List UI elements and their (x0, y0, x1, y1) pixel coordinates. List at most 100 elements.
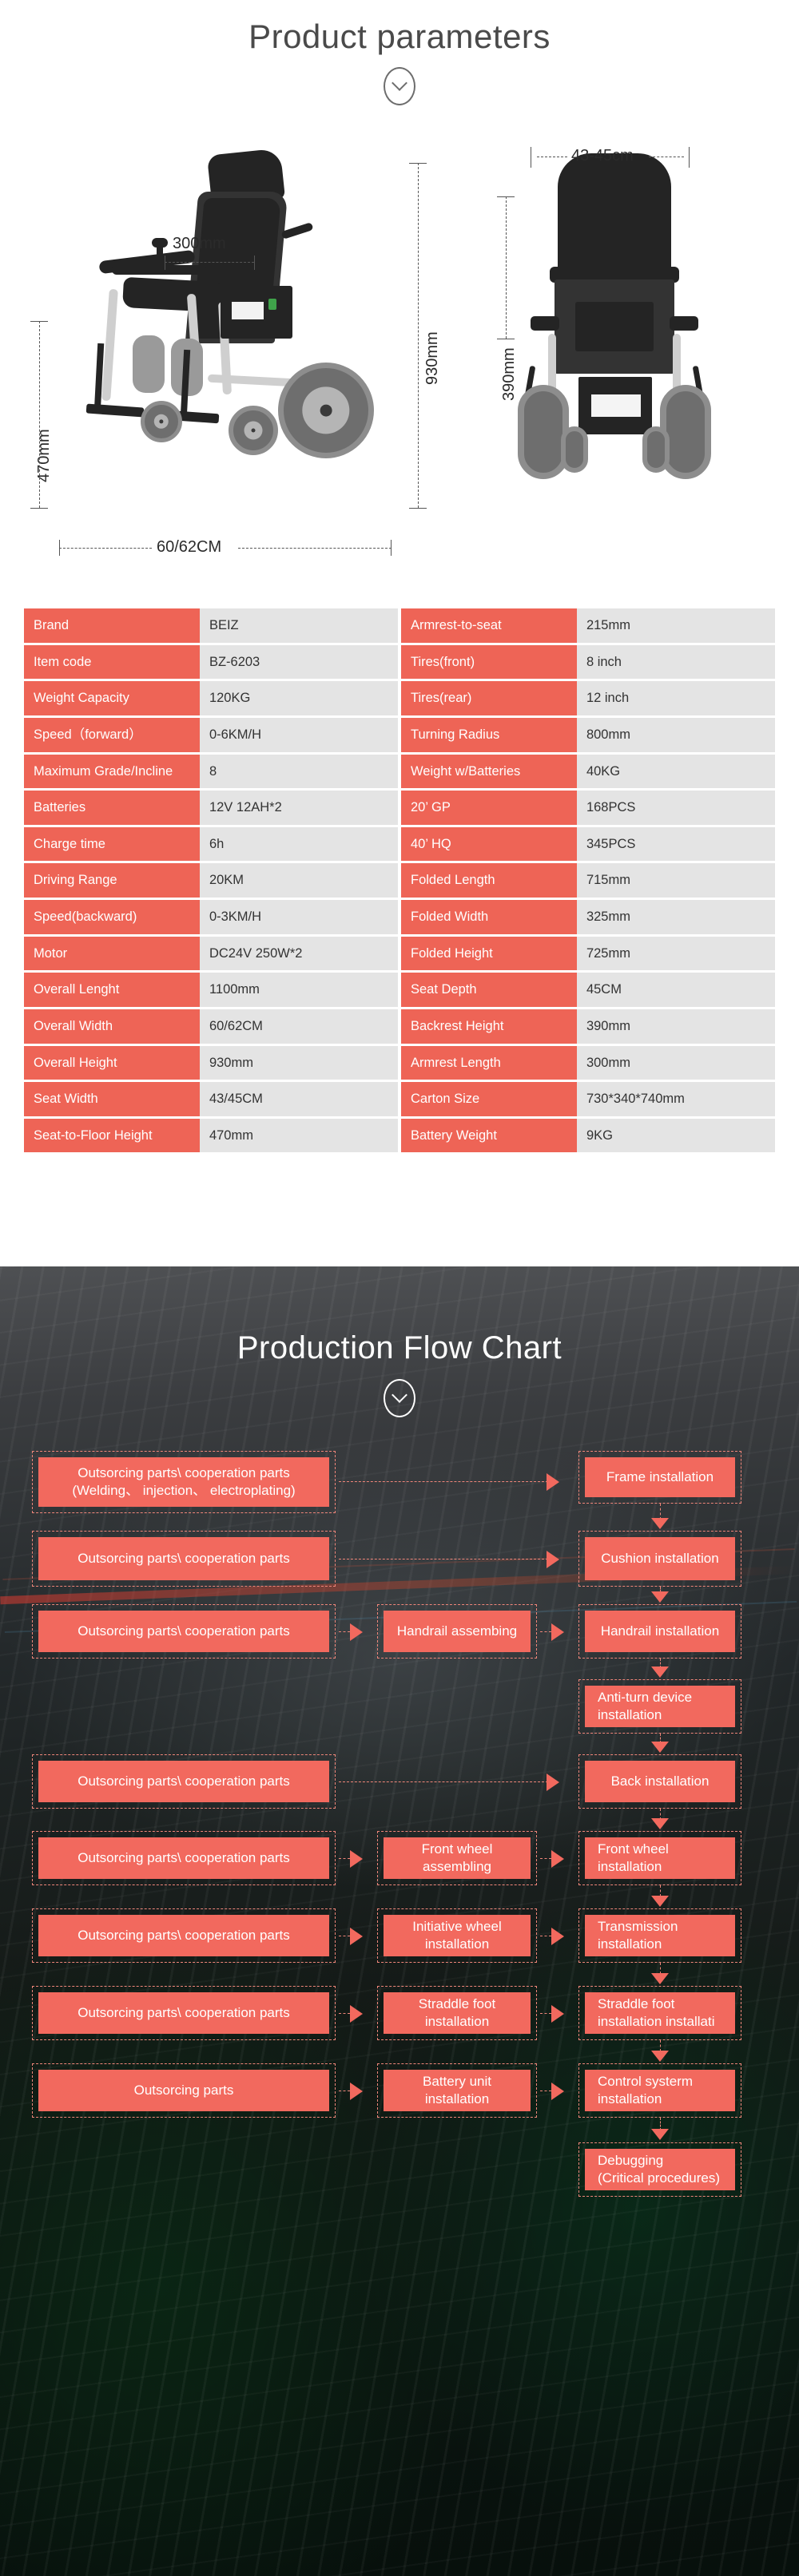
spec-value: BZ-6203 (199, 644, 398, 680)
table-row: Battery Weight 9KG (401, 1118, 775, 1153)
flow-node-outsourcing-5[interactable]: Outsorcing parts\ cooperation parts (32, 1831, 336, 1885)
spec-value: 390mm (576, 1009, 775, 1044)
arrow-right-icon (551, 2083, 564, 2100)
spec-key: Item code (24, 644, 200, 680)
spec-value: 9KG (576, 1118, 775, 1153)
spec-value: 0-3KM/H (199, 900, 398, 934)
table-row: Speed(backward) 0-3KM/H (24, 900, 398, 934)
flow-node-back-installation[interactable]: Back installation (578, 1754, 741, 1809)
spec-value: BEIZ (199, 608, 398, 643)
flow-node-outsourcing-3[interactable]: Outsorcing parts\ cooperation parts (32, 1604, 336, 1659)
flow-node-front-wheel-installation[interactable]: Front wheel installation (578, 1831, 741, 1885)
spec-value: 20KM (199, 863, 398, 898)
spec-value: 8 (199, 754, 398, 789)
table-row: Driving Range 20KM (24, 863, 398, 898)
arrow-right-icon (551, 1850, 564, 1868)
spec-value: 40KG (576, 754, 775, 789)
spec-key: 40’ HQ (401, 826, 577, 862)
spec-value: 0-6KM/H (199, 717, 398, 752)
flow-node-label: Straddle foot installation installati (585, 1992, 735, 2034)
flow-node-outsourcing-6[interactable]: Outsorcing parts\ cooperation parts (32, 1908, 336, 1963)
flow-node-front-wheel-assembling[interactable]: Front wheel assembling (377, 1831, 537, 1885)
spec-value: 12 inch (576, 681, 775, 715)
arrow-right-icon (547, 1773, 559, 1791)
flow-node-battery-unit-installation[interactable]: Battery unit installation (377, 2063, 537, 2118)
spec-key: Driving Range (24, 863, 200, 898)
table-row: Tires(rear) 12 inch (401, 681, 775, 715)
flow-node-outsourcing-4[interactable]: Outsorcing parts\ cooperation parts (32, 1754, 336, 1809)
arrow-right-icon (551, 2005, 564, 2023)
spec-value: DC24V 250W*2 (199, 936, 398, 971)
page-title: Product parameters (248, 18, 551, 55)
table-row: Seat Depth 45CM (401, 973, 775, 1007)
flow-node-label: Anti-turn device installation (585, 1686, 735, 1727)
flow-node-label: Outsorcing parts\ cooperation parts (38, 1915, 329, 1956)
arrow-down-icon (651, 1518, 669, 1529)
spec-key: Speed（forward） (24, 717, 200, 752)
flow-node-outsourcing-1[interactable]: Outsorcing parts\ cooperation parts (Wel… (32, 1451, 336, 1513)
flow-node-outsourcing-8[interactable]: Outsorcing parts (32, 2063, 336, 2118)
spec-value: 215mm (576, 608, 775, 643)
dim-backrest-height: 390mm (500, 347, 518, 401)
arrow-right-icon (547, 1551, 559, 1568)
flow-node-label: Outsorcing parts\ cooperation parts (38, 1837, 329, 1879)
flow-node-straddle-foot-installation-mid[interactable]: Straddle foot installation (377, 1986, 537, 2040)
dim-overall-width: 60/62CM (157, 538, 222, 556)
flow-node-label: Outsorcing parts\ cooperation parts (Wel… (38, 1457, 329, 1507)
flow-node-cushion-installation[interactable]: Cushion installation (578, 1531, 741, 1587)
wheelchair-side-view-image (64, 137, 415, 529)
spec-column-left: Brand BEIZ Item code BZ-6203 Weight Capacity… (24, 608, 398, 1155)
connector-l3-m3 (339, 1631, 350, 1632)
table-row: Turning Radius 800mm (401, 717, 775, 752)
spec-value: 470mm (199, 1118, 398, 1153)
dim-armrest-length: 300mm (173, 235, 226, 252)
flow-node-frame-installation[interactable]: Frame installation (578, 1451, 741, 1504)
connector-m6-r6 (540, 1858, 551, 1859)
table-row: Overall Width 60/62CM (24, 1009, 398, 1044)
arrow-down-icon (651, 1818, 669, 1829)
arrow-down-icon (651, 1973, 669, 1984)
spec-key: Seat Depth (401, 973, 577, 1007)
flow-node-label: Initiative wheel installation (384, 1915, 531, 1956)
spec-value: 60/62CM (199, 1009, 398, 1044)
flow-node-label: Outsorcing parts\ cooperation parts (38, 1992, 329, 2034)
arrow-down-icon (651, 2051, 669, 2062)
connector-r7-r8 (660, 1963, 661, 1974)
spec-value: 12V 12AH*2 (199, 791, 398, 825)
connector-m8-r8 (540, 2013, 551, 2014)
arrow-right-icon (350, 2083, 363, 2100)
flow-node-label: Control systerm installation (585, 2070, 735, 2111)
flow-node-handrail-installation[interactable]: Handrail installation (578, 1604, 741, 1659)
spec-value: 6h (199, 826, 398, 862)
arrow-right-icon (350, 2005, 363, 2023)
table-row: Backrest Height 390mm (401, 1009, 775, 1044)
dim-seat-to-floor: 470mm (35, 429, 53, 482)
table-row: Folded Length 715mm (401, 863, 775, 898)
spec-value: 325mm (576, 900, 775, 934)
flow-node-handrail-assembing[interactable]: Handrail assembing (377, 1604, 537, 1659)
spec-key: Overall Lenght (24, 973, 200, 1007)
connector-l5-m6 (339, 1858, 350, 1859)
flow-node-debugging[interactable]: Debugging (Critical procedures) (578, 2142, 741, 2197)
table-row: 40’ HQ 345PCS (401, 826, 775, 862)
spec-key: Tires(front) (401, 644, 577, 680)
spec-key: Backrest Height (401, 1009, 577, 1044)
flow-node-label: Front wheel installation (585, 1837, 735, 1879)
spec-value: 45CM (576, 973, 775, 1007)
flow-node-control-system-installation[interactable]: Control systerm installation (578, 2063, 741, 2118)
flow-node-initiative-wheel-installation[interactable]: Initiative wheel installation (377, 1908, 537, 1963)
flow-node-transmission-installation[interactable]: Transmission installation (578, 1908, 741, 1963)
spec-key: Maximum Grade/Incline (24, 754, 200, 789)
flow-node-outsourcing-7[interactable]: Outsorcing parts\ cooperation parts (32, 1986, 336, 2040)
flow-node-outsourcing-2[interactable]: Outsorcing parts\ cooperation parts (32, 1531, 336, 1587)
table-row: Folded Width 325mm (401, 900, 775, 934)
connector-l7-m8 (339, 2013, 350, 2014)
flow-node-label: Outsorcing parts\ cooperation parts (38, 1537, 329, 1580)
wheelchair-front-view-image (511, 145, 743, 521)
arrow-right-icon (350, 1928, 363, 1945)
connector-r8-r9 (660, 2040, 661, 2051)
flow-node-label: Handrail installation (585, 1611, 735, 1652)
spec-key: Carton Size (401, 1082, 577, 1116)
flow-node-anti-turn-device-installation[interactable]: Anti-turn device installation (578, 1679, 741, 1734)
flow-node-straddle-foot-installation-right[interactable]: Straddle foot installation installati (578, 1986, 741, 2040)
